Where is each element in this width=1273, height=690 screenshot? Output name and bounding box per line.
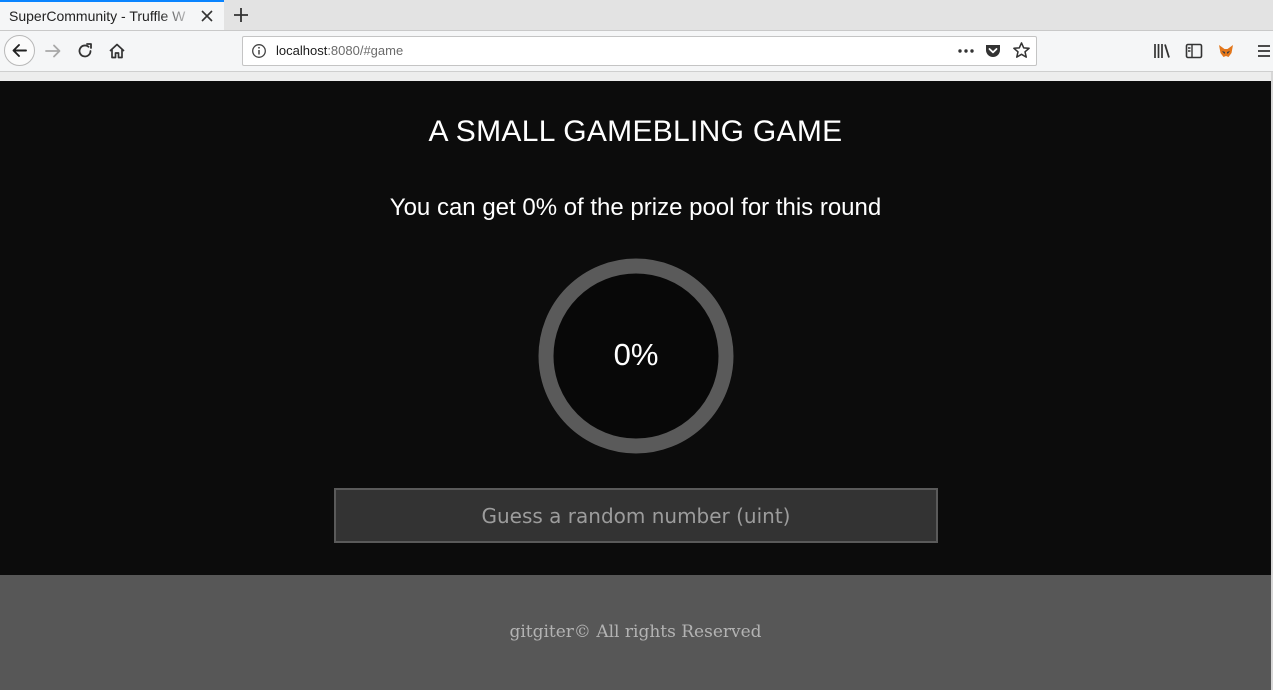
footer-copyright: gitgiter© All rights Reserved xyxy=(509,622,762,642)
prize-pool-text: You can get 0% of the prize pool for thi… xyxy=(389,194,882,221)
navigation-toolbar: localhost:8080/#game xyxy=(0,31,1273,72)
game-page: A SMALL GAMEBLING GAME You can get 0% of… xyxy=(0,81,1271,575)
bookmark-star-icon[interactable] xyxy=(1012,41,1031,60)
sidebar-toggle-icon[interactable] xyxy=(1184,41,1204,61)
back-button[interactable] xyxy=(4,35,35,66)
close-tab-icon[interactable] xyxy=(198,7,216,25)
home-icon[interactable] xyxy=(107,41,127,61)
page-title: A SMALL GAMEBLING GAME xyxy=(428,115,843,148)
page-actions-menu-icon[interactable] xyxy=(956,42,976,60)
content-top-gap xyxy=(0,72,1273,81)
library-icon[interactable] xyxy=(1152,41,1172,61)
progress-percent-label: 0% xyxy=(613,337,659,372)
pocket-icon[interactable] xyxy=(984,42,1002,60)
tab-title-fade xyxy=(160,2,196,30)
metamask-fox-icon[interactable] xyxy=(1216,41,1236,61)
url-path: :8080/#game xyxy=(327,43,404,58)
back-arrow-icon xyxy=(12,44,27,57)
reload-icon[interactable] xyxy=(75,41,95,61)
tab-active[interactable]: SuperCommunity - Truffle W xyxy=(0,0,224,30)
hamburger-menu-icon[interactable] xyxy=(1255,41,1273,61)
url-text[interactable]: localhost:8080/#game xyxy=(276,43,403,58)
address-bar[interactable]: localhost:8080/#game xyxy=(242,36,1037,66)
new-tab-icon[interactable] xyxy=(231,5,251,25)
url-host: localhost xyxy=(276,43,328,58)
guess-number-input[interactable] xyxy=(334,488,938,543)
footer: gitgiter© All rights Reserved xyxy=(0,575,1271,690)
site-info-icon[interactable] xyxy=(251,43,267,59)
tab-strip: SuperCommunity - Truffle W xyxy=(0,0,1273,31)
forward-arrow-icon[interactable] xyxy=(43,41,63,61)
